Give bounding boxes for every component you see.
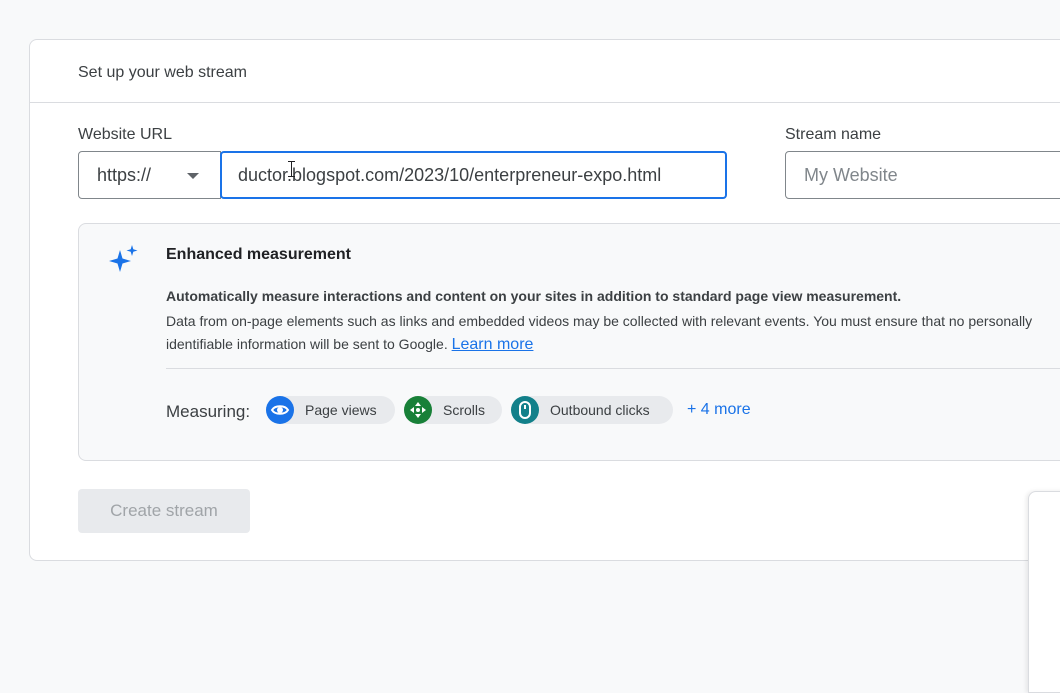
card-title: Set up your web stream [78, 64, 247, 81]
sparkle-icon [109, 245, 138, 272]
stream-name-label: Stream name [785, 126, 882, 143]
more-measurements-link[interactable]: + 4 more [687, 401, 751, 419]
web-stream-card: Set up your web stream Website URL https… [29, 39, 1060, 561]
chip-label: Scrolls [443, 402, 486, 418]
chip-label: Outbound clicks [550, 402, 650, 418]
create-stream-button[interactable]: Create stream [78, 489, 250, 533]
text-cursor-icon [288, 161, 295, 177]
chip-scrolls[interactable]: Scrolls [404, 396, 502, 424]
divider [166, 368, 1060, 369]
learn-more-link[interactable]: Learn more [452, 336, 534, 353]
chip-outbound-clicks[interactable]: Outbound clicks [511, 396, 673, 424]
chip-label: Page views [305, 402, 377, 418]
protocol-value: https:// [97, 165, 152, 185]
card-header: Set up your web stream [30, 40, 1060, 103]
dropdown-caret-icon [187, 173, 199, 179]
enhanced-measurement-description: Data from on-page elements such as links… [166, 310, 1060, 356]
enhanced-measurement-summary: Automatically measure interactions and c… [166, 288, 902, 304]
enhanced-measurement-title: Enhanced measurement [166, 246, 351, 263]
mouse-icon [511, 396, 539, 424]
website-url-input[interactable] [220, 151, 727, 199]
stream-name-input[interactable] [785, 151, 1060, 199]
description-line-2: identifiable information will be sent to… [166, 336, 448, 352]
description-line-1: Data from on-page elements such as links… [166, 313, 1033, 329]
side-panel-edge [1028, 491, 1060, 693]
protocol-select[interactable]: https:// [78, 151, 221, 199]
scroll-arrows-icon [404, 396, 432, 424]
enhanced-measurement-panel: Enhanced measurement Automatically measu… [78, 223, 1060, 461]
website-url-label: Website URL [78, 126, 172, 143]
eye-icon [266, 396, 294, 424]
chip-page-views[interactable]: Page views [266, 396, 395, 424]
measuring-label: Measuring: [166, 402, 251, 421]
